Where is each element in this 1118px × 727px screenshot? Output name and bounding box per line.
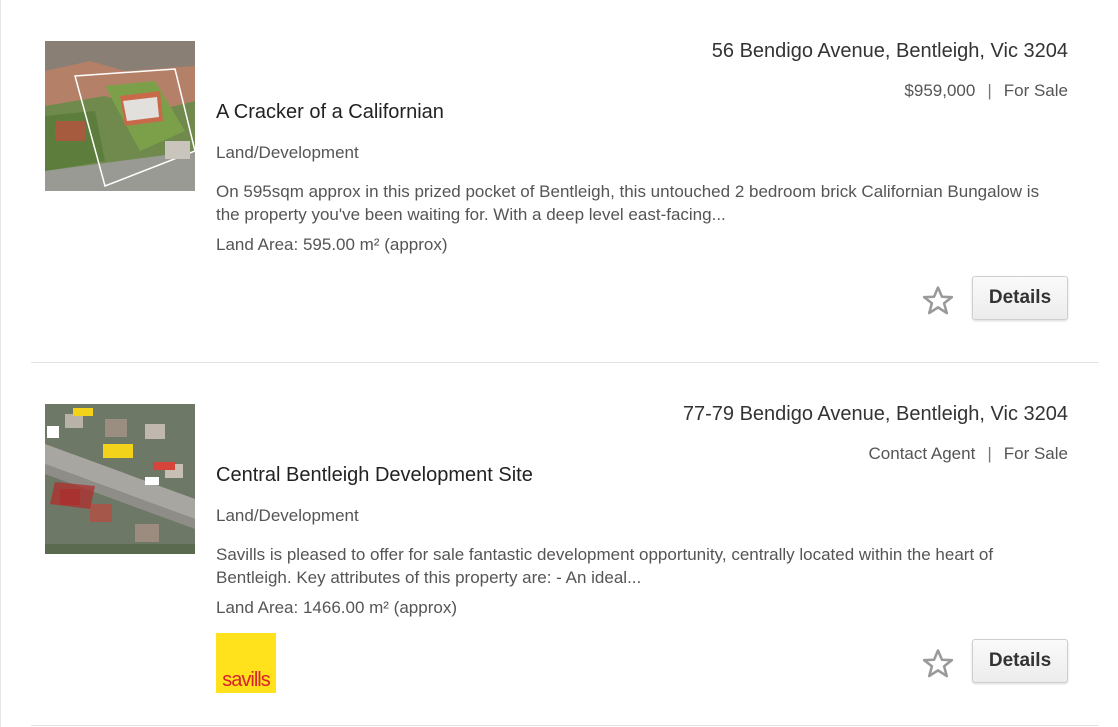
listing-category: Land/Development (216, 143, 359, 162)
listing-divider (31, 725, 1099, 726)
listing-title[interactable]: A Cracker of a Californian (216, 101, 444, 124)
agency-logo-text: savills (222, 669, 270, 691)
agency-logo[interactable]: savills (216, 633, 276, 693)
listing-thumbnail[interactable] (45, 41, 195, 191)
listing-card: 56 Bendigo Avenue, Bentleigh, Vic 3204 $… (1, 0, 1118, 362)
listing-price: Contact Agent (868, 444, 976, 463)
listing-page: 56 Bendigo Avenue, Bentleigh, Vic 3204 $… (0, 0, 1118, 727)
listing-description: Savills is pleased to offer for sale fan… (216, 545, 994, 587)
details-button[interactable]: Details (972, 639, 1068, 683)
listing-status: For Sale (1003, 444, 1068, 463)
listing-title[interactable]: Central Bentleigh Development Site (216, 464, 533, 487)
listing-category: Land/Development (216, 506, 359, 525)
aerial-house-photo-icon (45, 41, 195, 191)
separator: | (987, 444, 992, 463)
listing-status: For Sale (1003, 81, 1068, 100)
listing-description: On 595sqm approx in this prized pocket o… (216, 182, 1040, 224)
listing-address[interactable]: 77-79 Bendigo Avenue, Bentleigh, Vic 320… (683, 403, 1068, 426)
price-status-line: $959,000 | For Sale (904, 81, 1068, 101)
favourite-star-icon[interactable] (921, 284, 955, 318)
listing-thumbnail[interactable] (45, 404, 195, 554)
details-button[interactable]: Details (972, 276, 1068, 320)
listing-land-area: Land Area: 595.00 m² (approx) (216, 235, 448, 254)
listing-price: $959,000 (904, 81, 976, 100)
separator: | (987, 81, 992, 100)
listing-land-area: Land Area: 1466.00 m² (approx) (216, 598, 457, 617)
aerial-map-photo-icon (45, 404, 195, 554)
price-status-line: Contact Agent | For Sale (869, 444, 1068, 464)
listing-card: 77-79 Bendigo Avenue, Bentleigh, Vic 320… (1, 363, 1118, 727)
favourite-star-icon[interactable] (921, 647, 955, 681)
listing-address[interactable]: 56 Bendigo Avenue, Bentleigh, Vic 3204 (712, 40, 1068, 63)
